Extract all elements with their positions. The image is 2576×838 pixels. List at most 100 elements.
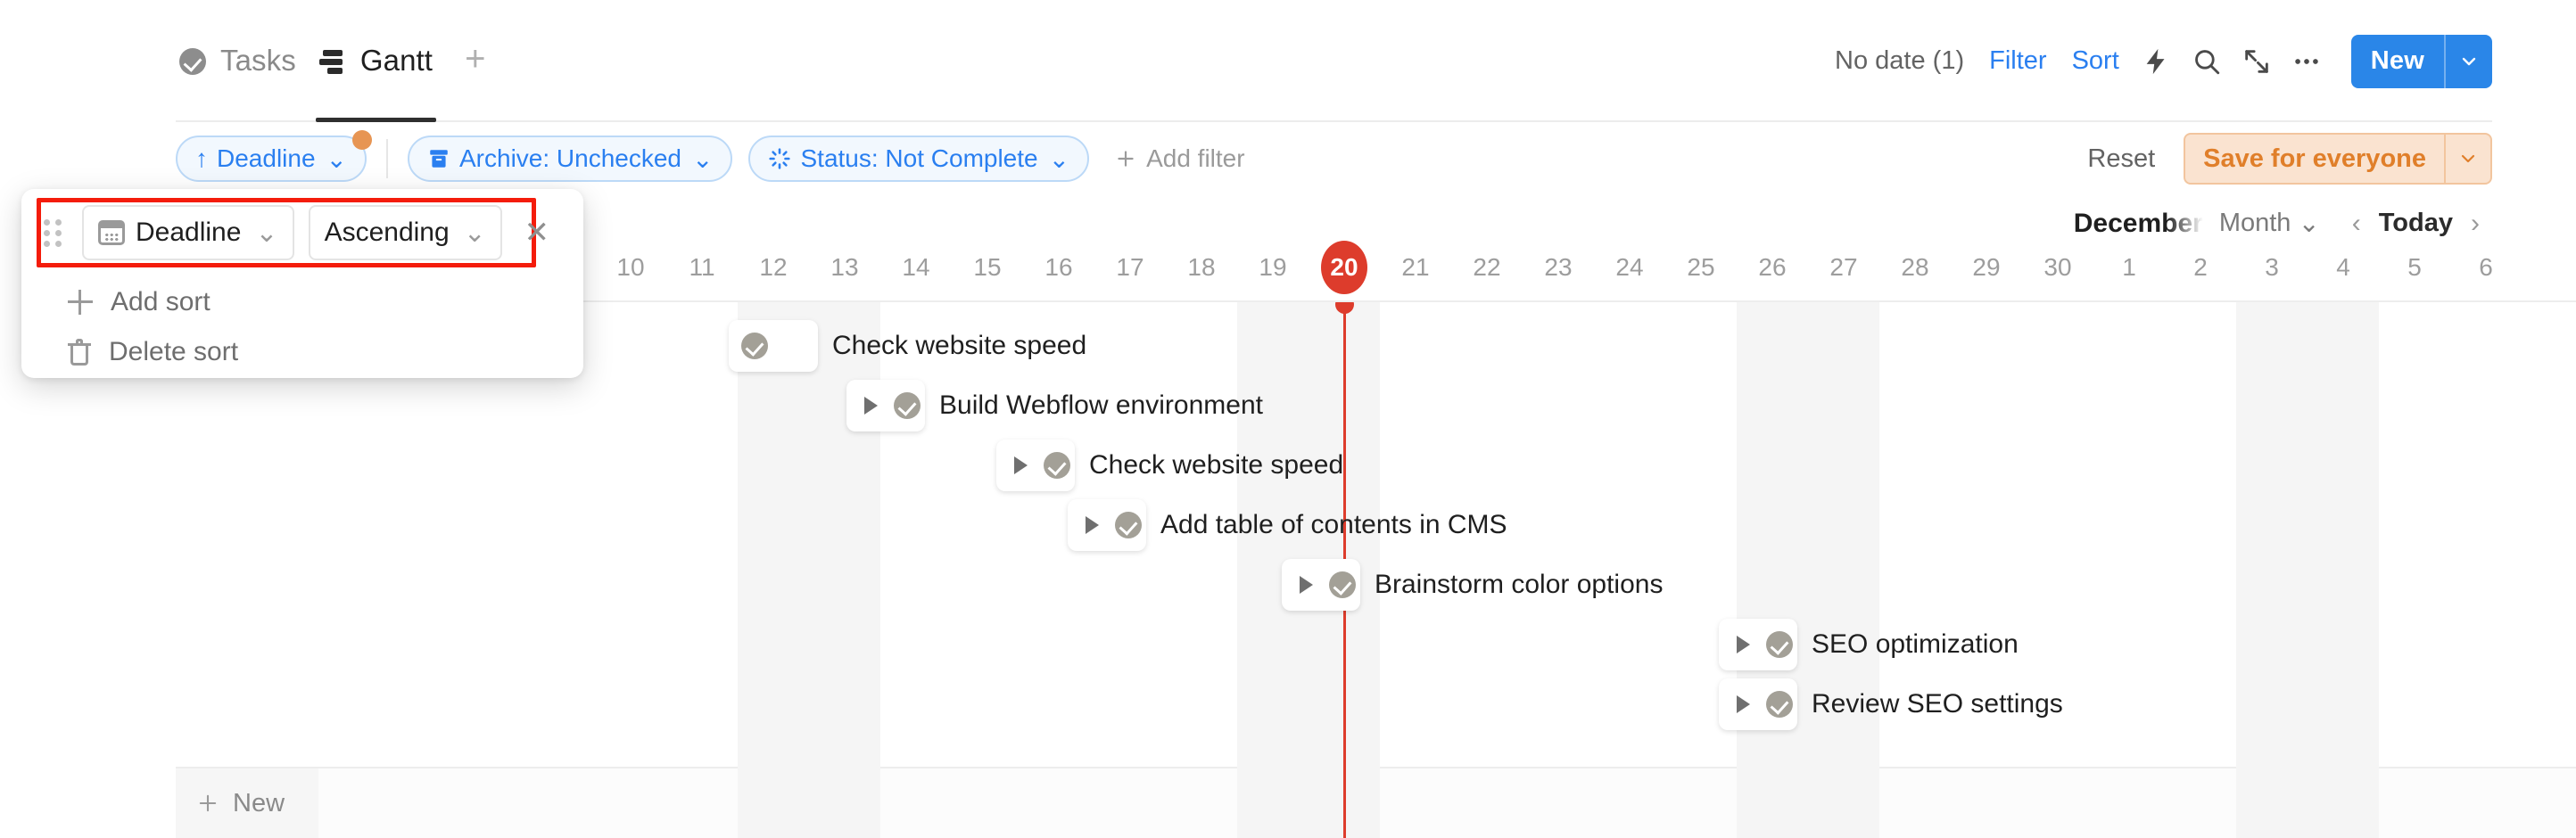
timeline-next-button[interactable]: › <box>2458 209 2492 239</box>
task-complete-check-icon[interactable] <box>1766 691 1793 718</box>
expand-triangle-icon[interactable] <box>1737 636 1750 653</box>
unsaved-changes-dot <box>352 130 372 150</box>
add-new-task-label: New <box>233 788 285 817</box>
add-sort-label: Add sort <box>111 287 211 316</box>
gantt-task-bar[interactable]: SEO optimization <box>1719 619 2019 670</box>
search-icon[interactable] <box>2182 37 2232 86</box>
no-date-count[interactable]: No date (1) <box>1822 46 1977 76</box>
timeline-day: 30 <box>2043 253 2072 281</box>
sort-popup: Deadline ⌄ Ascending ⌄ ✕ Add sort Delete… <box>21 189 583 378</box>
weekend-column-band <box>738 302 809 838</box>
sort-direction-select[interactable]: Ascending ⌄ <box>308 205 502 260</box>
filter-pill-status-label: Status: Not Complete <box>800 144 1038 172</box>
chevron-down-icon: ⌄ <box>255 218 278 248</box>
expand-triangle-icon[interactable] <box>1086 516 1099 534</box>
check-circle-icon <box>179 47 206 75</box>
gantt-bars-icon <box>318 49 346 74</box>
timeline-day: 26 <box>1758 253 1787 281</box>
task-complete-check-icon[interactable] <box>1766 631 1793 658</box>
timeline-day: 5 <box>2407 253 2422 281</box>
save-for-everyone-button[interactable]: Save for everyone <box>2184 133 2492 185</box>
filter-pill-archive-label: Archive: Unchecked <box>459 144 682 172</box>
filter-bar: ↑ Deadline ⌄ Archive: Unchecked ⌄ Status… <box>0 122 2576 195</box>
timeline-day: 23 <box>1544 253 1573 281</box>
filter-bar-divider <box>386 139 388 178</box>
weekend-column-band <box>2308 302 2379 838</box>
timeline-day: 29 <box>1972 253 2001 281</box>
add-filter-label: Add filter <box>1146 144 1245 172</box>
sort-pill-deadline[interactable]: ↑ Deadline ⌄ <box>176 130 372 182</box>
plus-icon <box>195 791 220 816</box>
today-marker: 20 <box>1321 241 1367 294</box>
timeline-day: 17 <box>1116 253 1144 281</box>
timeline-day: 16 <box>1044 253 1073 281</box>
filter-pill-status[interactable]: Status: Not Complete ⌄ <box>748 136 1090 182</box>
sort-direction-label: Ascending <box>324 218 450 247</box>
tab-tasks[interactable]: Tasks <box>176 0 316 122</box>
tab-gantt[interactable]: Gantt <box>315 0 452 122</box>
timeline-day: 18 <box>1187 253 1216 281</box>
gantt-chart-body[interactable]: New Check website speed Build Webflow env… <box>176 302 2576 838</box>
timeline-day-today: 20 <box>1309 241 1380 294</box>
timeline-range-controls: December Month ⌄ ‹ Today › <box>2074 208 2492 239</box>
new-button-caret-icon[interactable] <box>2444 34 2492 88</box>
task-complete-check-icon[interactable] <box>894 392 921 419</box>
expand-triangle-icon[interactable] <box>1737 695 1750 713</box>
header-toolbar: No date (1) Filter Sort New <box>1822 0 2492 122</box>
chevron-down-icon: ⌄ <box>692 144 714 173</box>
reset-button[interactable]: Reset <box>2087 144 2155 174</box>
task-complete-check-icon[interactable] <box>1329 571 1356 598</box>
filter-pill-archive[interactable]: Archive: Unchecked ⌄ <box>408 136 733 182</box>
gantt-task-bar[interactable]: Check website speed <box>996 440 1343 491</box>
add-sort-button[interactable]: Add sort <box>68 278 211 326</box>
gantt-task-bar[interactable]: Brainstorm color options <box>1282 559 1663 611</box>
timeline-day: 28 <box>1901 253 1929 281</box>
trash-icon <box>68 339 91 366</box>
tab-list: Tasks Gantt + <box>0 0 494 122</box>
gantt-task-label: Brainstorm color options <box>1375 570 1664 599</box>
timeline-scale-select[interactable]: Month ⌄ <box>2219 208 2320 239</box>
drag-handle-icon[interactable] <box>43 218 66 248</box>
timeline-day: 24 <box>1615 253 1644 281</box>
add-new-task-row[interactable]: New <box>176 768 318 838</box>
timeline-day: 4 <box>2336 253 2350 281</box>
task-complete-check-icon[interactable] <box>1115 512 1142 538</box>
gantt-task-bar[interactable]: Check website speed <box>729 320 1086 372</box>
timeline-scale-label: Month <box>2218 209 2291 237</box>
sort-field-select[interactable]: Deadline ⌄ <box>82 205 294 260</box>
sort-field-label: Deadline <box>136 218 242 247</box>
expand-triangle-icon[interactable] <box>864 397 878 415</box>
spinner-icon <box>768 147 791 170</box>
task-complete-check-icon[interactable] <box>1044 452 1070 479</box>
timeline-prev-button[interactable]: ‹ <box>2340 209 2374 239</box>
close-icon[interactable]: ✕ <box>524 218 550 248</box>
chevron-down-icon: ⌄ <box>463 218 486 248</box>
gantt-task-bar[interactable]: Add table of contents in CMS <box>1068 499 1507 551</box>
timeline-day: 10 <box>616 253 645 281</box>
new-button[interactable]: New <box>2350 34 2492 88</box>
expand-arrows-icon[interactable] <box>2232 37 2282 86</box>
lightning-bolt-icon[interactable] <box>2132 37 2182 86</box>
timeline-day: 6 <box>2479 253 2493 281</box>
sort-button[interactable]: Sort <box>2060 46 2132 76</box>
sort-direction-arrow-icon: ↑ <box>195 144 208 172</box>
add-view-button[interactable]: + <box>452 41 494 82</box>
chevron-down-icon: ⌄ <box>1048 144 1070 173</box>
gantt-task-bar[interactable]: Review SEO settings <box>1719 678 2063 730</box>
timeline-day: 11 <box>689 253 715 281</box>
ellipsis-icon[interactable] <box>2282 37 2332 86</box>
task-complete-check-icon[interactable] <box>741 333 768 359</box>
timeline-day: 25 <box>1687 253 1715 281</box>
expand-triangle-icon[interactable] <box>1014 456 1028 474</box>
weekend-column-band <box>2236 302 2308 838</box>
timeline-day: 1 <box>2122 253 2136 281</box>
delete-sort-label: Delete sort <box>109 337 239 366</box>
save-button-caret-icon[interactable] <box>2444 135 2490 183</box>
timeline-today-button[interactable]: Today <box>2374 209 2458 238</box>
add-filter-button[interactable]: Add filter <box>1114 144 1245 173</box>
delete-sort-button[interactable]: Delete sort <box>68 328 238 376</box>
filter-button[interactable]: Filter <box>1977 46 2059 76</box>
timeline-day: 2 <box>2193 253 2208 281</box>
gantt-task-bar[interactable]: Build Webflow environment <box>846 380 1263 431</box>
expand-triangle-icon[interactable] <box>1300 576 1313 594</box>
